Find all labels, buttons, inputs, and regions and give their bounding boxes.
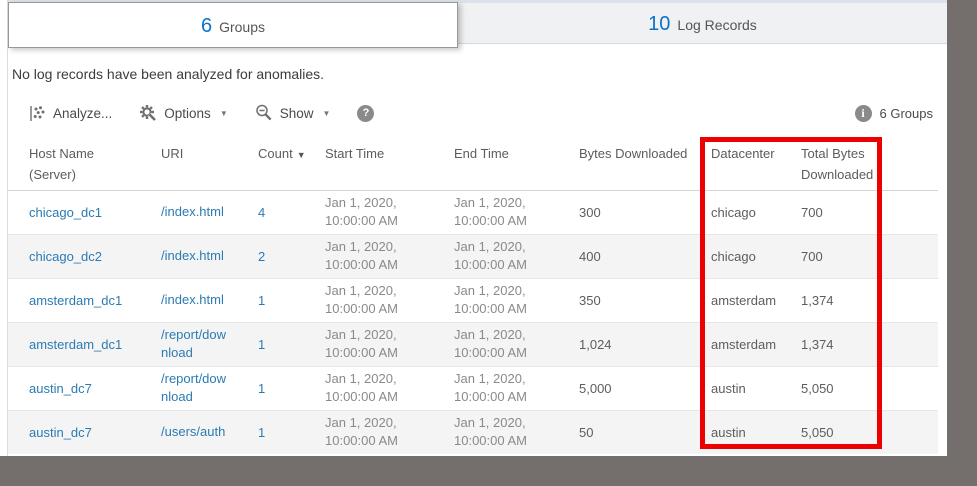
desktop-edge-bottom — [0, 456, 977, 486]
end-time-cell: Jan 1, 2020, 10:00:00 AM — [454, 283, 527, 316]
table-header-row: Host Name (Server) URI Count ▼ Start Time… — [8, 137, 938, 191]
col-header-datacenter[interactable]: Datacenter — [711, 137, 801, 191]
uri-link[interactable]: /index.html — [161, 291, 224, 309]
datacenter-cell: austin — [711, 380, 746, 396]
bytes-cell: 5,000 — [579, 380, 612, 396]
host-link[interactable]: amsterdam_dc1 — [29, 293, 122, 308]
col-header-start-time[interactable]: Start Time — [325, 137, 454, 191]
table-row: amsterdam_dc1 /report/download 1 Jan 1, … — [8, 322, 938, 366]
host-link[interactable]: chicago_dc1 — [29, 205, 102, 220]
count-link[interactable]: 1 — [258, 425, 265, 440]
toolbar-right-group: i 6 Groups — [854, 104, 933, 122]
count-link[interactable]: 1 — [258, 337, 265, 352]
total-bytes-cell: 700 — [801, 204, 823, 220]
anomalies-message: No log records have been analyzed for an… — [12, 66, 325, 82]
total-bytes-cell: 1,374 — [801, 336, 834, 352]
sort-descending-icon[interactable]: ▼ — [297, 150, 306, 160]
info-icon[interactable]: i — [854, 104, 872, 122]
count-link[interactable]: 1 — [258, 293, 265, 308]
bytes-cell: 300 — [579, 204, 601, 220]
table-row: amsterdam_dc1 /index.html 1 Jan 1, 2020,… — [8, 278, 938, 322]
groups-summary: 6 Groups — [879, 105, 933, 121]
scatter-chart-icon — [29, 105, 46, 122]
count-link[interactable]: 1 — [258, 381, 265, 396]
col-header-bytes[interactable]: Bytes Downloaded — [579, 137, 711, 191]
col-header-count[interactable]: Count ▼ — [258, 137, 325, 191]
show-button[interactable]: Show ▼ — [255, 104, 331, 122]
end-time-cell: Jan 1, 2020, 10:00:00 AM — [454, 371, 527, 404]
host-link[interactable]: austin_dc7 — [29, 381, 92, 396]
log-records-count: 10 — [648, 13, 671, 35]
table-row: austin_dc7 /users/auth 1 Jan 1, 2020, 10:… — [8, 410, 938, 454]
table-toolbar: Analyze... Options ▼ Show ▼ ? i 6 Groups — [8, 98, 947, 128]
analyze-button[interactable]: Analyze... — [29, 105, 112, 122]
table-row: austin_dc7 /report/download 1 Jan 1, 202… — [8, 366, 938, 410]
uri-link[interactable]: /users/auth — [161, 423, 225, 441]
options-label: Options — [164, 105, 211, 121]
log-records-label: Log Records — [677, 17, 757, 33]
bytes-cell: 1,024 — [579, 336, 612, 352]
bytes-cell: 50 — [579, 424, 594, 440]
uri-link[interactable]: /index.html — [161, 203, 224, 221]
groups-count: 6 — [200, 15, 213, 37]
total-bytes-cell: 5,050 — [801, 424, 834, 440]
table-row: chicago_dc2 /index.html 2 Jan 1, 2020, 10… — [8, 234, 938, 278]
tab-bar: 10 Log Records 6 Groups — [8, 0, 947, 48]
start-time-cell: Jan 1, 2020, 10:00:00 AM — [325, 327, 398, 360]
zoom-out-icon — [255, 104, 273, 122]
start-time-cell: Jan 1, 2020, 10:00:00 AM — [325, 283, 398, 316]
datacenter-cell: amsterdam — [711, 336, 777, 352]
end-time-cell: Jan 1, 2020, 10:00:00 AM — [454, 327, 527, 360]
host-link[interactable]: chicago_dc2 — [29, 249, 102, 264]
total-bytes-cell: 700 — [801, 248, 823, 264]
tab-log-records[interactable]: 10 Log Records — [458, 3, 947, 44]
datacenter-cell: austin — [711, 424, 746, 440]
analyze-label: Analyze... — [53, 105, 113, 121]
table-row: chicago_dc1 /index.html 4 Jan 1, 2020, 10… — [8, 190, 938, 234]
log-analytics-screen: 10 Log Records 6 Groups No log records h… — [0, 0, 977, 486]
groups-label: Groups — [219, 19, 266, 35]
col-header-end-time[interactable]: End Time — [454, 137, 579, 191]
host-link[interactable]: austin_dc7 — [29, 425, 92, 440]
total-bytes-cell: 5,050 — [801, 380, 834, 396]
options-caret-icon: ▼ — [219, 108, 228, 118]
options-button[interactable]: Options ▼ — [139, 104, 228, 122]
host-link[interactable]: amsterdam_dc1 — [29, 337, 122, 352]
show-caret-icon: ▼ — [322, 108, 331, 118]
end-time-cell: Jan 1, 2020, 10:00:00 AM — [454, 239, 527, 272]
col-header-uri[interactable]: URI — [161, 137, 258, 191]
datacenter-cell: amsterdam — [711, 292, 777, 308]
tab-groups[interactable]: 6 Groups — [8, 2, 458, 48]
count-link[interactable]: 4 — [258, 205, 265, 220]
start-time-cell: Jan 1, 2020, 10:00:00 AM — [325, 195, 398, 228]
datacenter-cell: chicago — [711, 204, 756, 220]
uri-link[interactable]: /report/download — [161, 370, 229, 406]
start-time-cell: Jan 1, 2020, 10:00:00 AM — [325, 239, 398, 272]
count-link[interactable]: 2 — [258, 249, 265, 264]
toolbar-left-group: Analyze... Options ▼ Show ▼ ? — [29, 104, 375, 122]
show-label: Show — [279, 105, 314, 121]
start-time-cell: Jan 1, 2020, 10:00:00 AM — [325, 415, 398, 449]
end-time-cell: Jan 1, 2020, 10:00:00 AM — [454, 195, 527, 228]
groups-table: Host Name (Server) URI Count ▼ Start Time… — [8, 137, 938, 454]
start-time-cell: Jan 1, 2020, 10:00:00 AM — [325, 371, 398, 404]
desktop-edge-right — [947, 0, 977, 486]
uri-link[interactable]: /index.html — [161, 247, 224, 265]
total-bytes-cell: 1,374 — [801, 292, 834, 308]
col-header-total-bytes[interactable]: Total Bytes Downloaded — [801, 137, 938, 191]
bytes-cell: 350 — [579, 292, 601, 308]
datacenter-cell: chicago — [711, 248, 756, 264]
uri-link[interactable]: /report/download — [161, 326, 229, 362]
gear-icon — [139, 104, 157, 122]
help-icon[interactable]: ? — [357, 104, 375, 122]
groups-panel: 10 Log Records 6 Groups No log records h… — [7, 0, 947, 456]
end-time-cell: Jan 1, 2020, 10:00:00 AM — [454, 415, 527, 449]
bytes-cell: 400 — [579, 248, 601, 264]
col-header-host[interactable]: Host Name (Server) — [8, 137, 161, 191]
